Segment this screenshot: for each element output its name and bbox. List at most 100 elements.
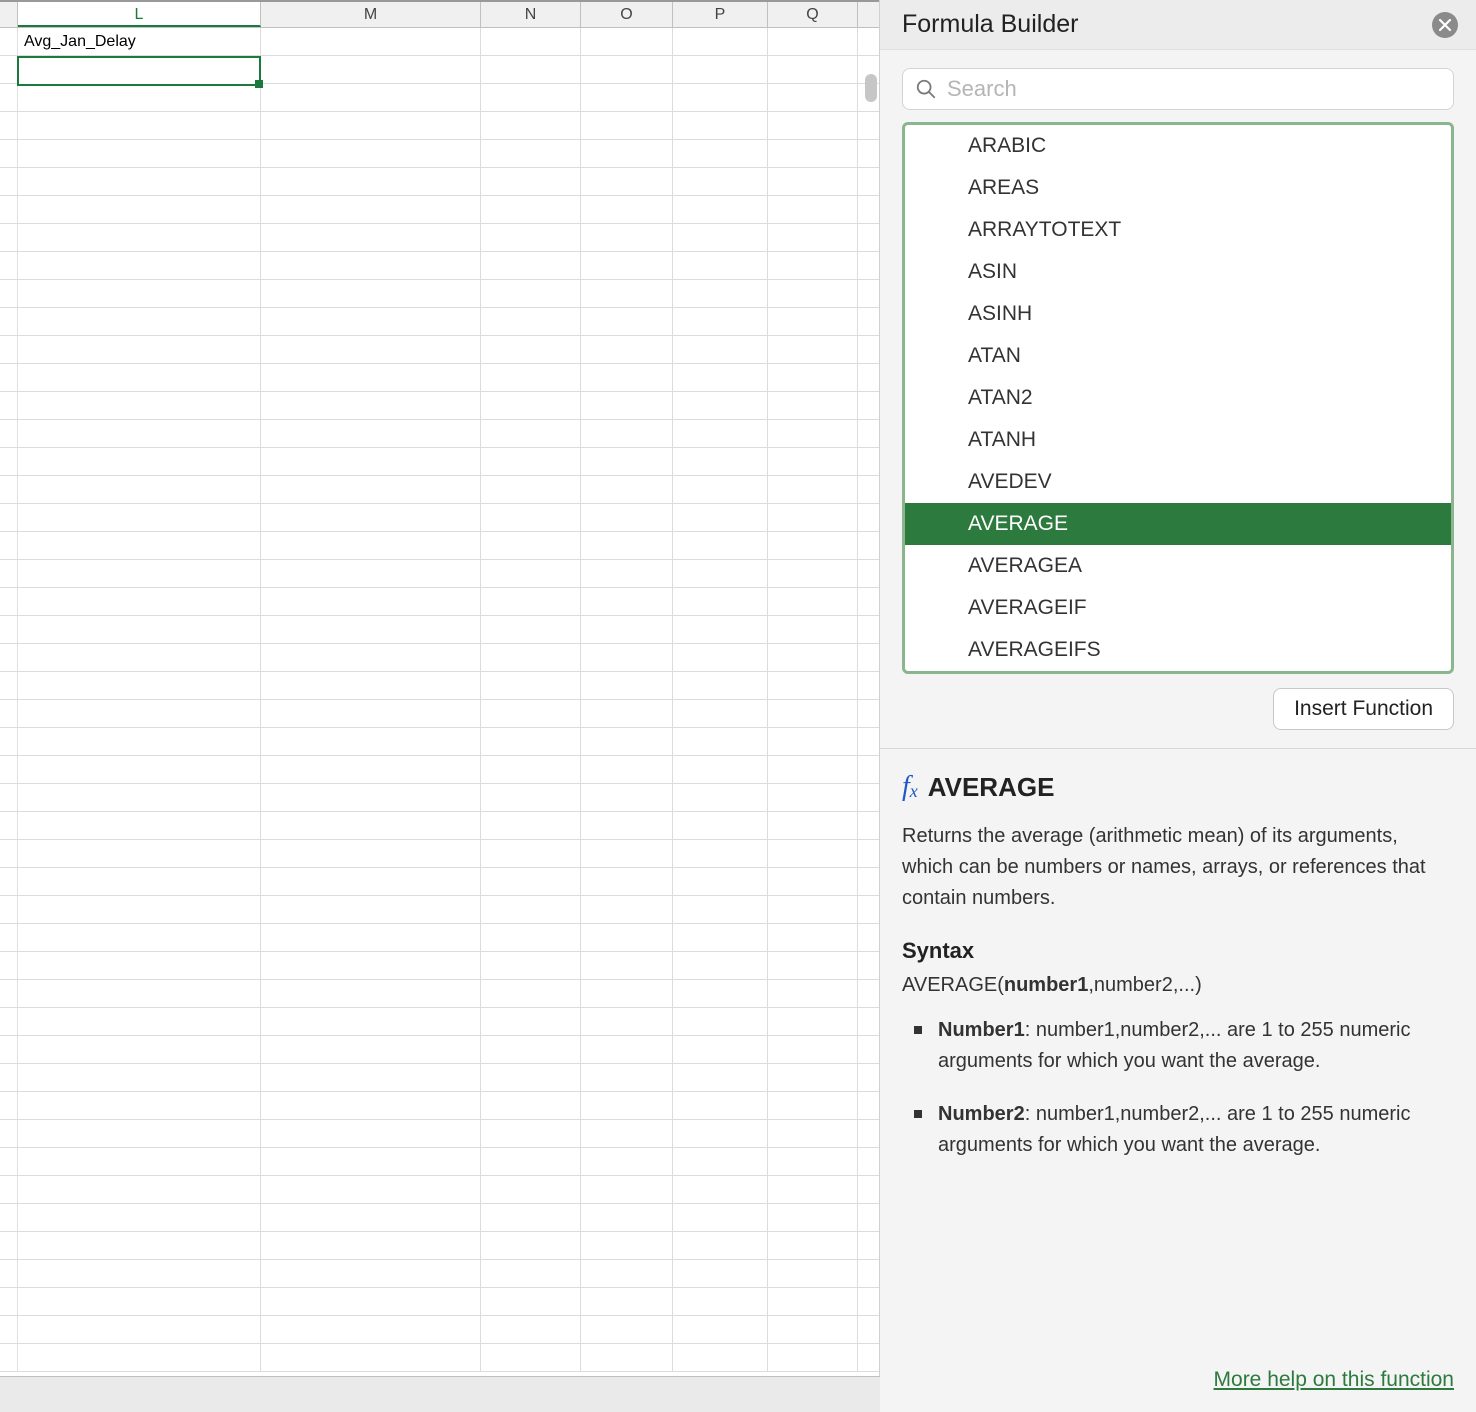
function-item-average[interactable]: AVERAGE [905, 503, 1451, 545]
cell[interactable] [768, 196, 858, 223]
cell[interactable] [18, 532, 261, 559]
cell[interactable] [581, 1036, 673, 1063]
cell[interactable] [261, 1008, 481, 1035]
cell[interactable] [18, 616, 261, 643]
cell[interactable] [18, 476, 261, 503]
cell[interactable] [261, 924, 481, 951]
cell[interactable] [581, 1176, 673, 1203]
cell[interactable] [18, 168, 261, 195]
cell[interactable] [261, 616, 481, 643]
cell[interactable] [18, 868, 261, 895]
cell[interactable] [768, 504, 858, 531]
cell[interactable] [673, 168, 768, 195]
cell[interactable] [768, 252, 858, 279]
cell[interactable] [673, 1148, 768, 1175]
cell[interactable] [481, 308, 581, 335]
cell[interactable] [481, 868, 581, 895]
cell[interactable] [581, 812, 673, 839]
cell[interactable] [581, 672, 673, 699]
cell[interactable] [768, 840, 858, 867]
cell[interactable] [18, 448, 261, 475]
cell[interactable] [481, 560, 581, 587]
function-item-asinh[interactable]: ASINH [905, 293, 1451, 335]
cell[interactable] [481, 756, 581, 783]
function-item-areas[interactable]: AREAS [905, 167, 1451, 209]
cell[interactable] [261, 392, 481, 419]
cell[interactable] [261, 1064, 481, 1091]
cell[interactable] [18, 308, 261, 335]
cell[interactable] [673, 420, 768, 447]
cell[interactable] [481, 952, 581, 979]
cell[interactable] [18, 952, 261, 979]
cell[interactable] [768, 868, 858, 895]
cell[interactable] [481, 532, 581, 559]
cell[interactable] [261, 1092, 481, 1119]
cell[interactable] [261, 56, 481, 83]
cell[interactable] [673, 924, 768, 951]
cell[interactable] [581, 56, 673, 83]
cell[interactable] [18, 224, 261, 251]
cell[interactable] [18, 364, 261, 391]
function-item-averageifs[interactable]: AVERAGEIFS [905, 629, 1451, 671]
cell[interactable] [581, 532, 673, 559]
cell[interactable] [768, 588, 858, 615]
cell[interactable] [261, 588, 481, 615]
cell[interactable] [581, 616, 673, 643]
cell[interactable] [261, 308, 481, 335]
cell[interactable] [768, 1092, 858, 1119]
cell[interactable] [581, 28, 673, 55]
cell[interactable] [673, 616, 768, 643]
cell[interactable] [481, 616, 581, 643]
cell[interactable] [481, 448, 581, 475]
cell[interactable] [261, 868, 481, 895]
cell[interactable] [768, 1148, 858, 1175]
cell[interactable] [673, 896, 768, 923]
cell[interactable] [673, 1288, 768, 1315]
cell[interactable] [673, 1344, 768, 1371]
cell[interactable] [768, 616, 858, 643]
cell[interactable] [673, 812, 768, 839]
cell[interactable] [581, 476, 673, 503]
cell[interactable] [768, 308, 858, 335]
cell[interactable] [261, 196, 481, 223]
cell[interactable] [673, 28, 768, 55]
cell[interactable] [673, 868, 768, 895]
cell[interactable] [481, 168, 581, 195]
cell[interactable] [261, 896, 481, 923]
insert-function-button[interactable]: Insert Function [1273, 688, 1454, 730]
cell[interactable] [673, 140, 768, 167]
cell[interactable] [768, 980, 858, 1007]
cell[interactable] [768, 1288, 858, 1315]
cell[interactable] [18, 784, 261, 811]
cell[interactable] [481, 112, 581, 139]
cell[interactable] [581, 588, 673, 615]
cell[interactable] [673, 672, 768, 699]
cell[interactable] [673, 588, 768, 615]
cell[interactable] [481, 700, 581, 727]
cell[interactable] [261, 728, 481, 755]
cell[interactable] [261, 700, 481, 727]
cell[interactable] [481, 420, 581, 447]
cell[interactable] [581, 140, 673, 167]
search-input[interactable] [947, 76, 1441, 102]
cell[interactable] [481, 1176, 581, 1203]
cell[interactable] [581, 840, 673, 867]
cell[interactable] [768, 448, 858, 475]
cell[interactable] [261, 1148, 481, 1175]
cell[interactable] [18, 896, 261, 923]
cell[interactable] [18, 924, 261, 951]
cell[interactable] [673, 1176, 768, 1203]
cell[interactable] [581, 280, 673, 307]
cell[interactable] [18, 280, 261, 307]
cell[interactable] [18, 1120, 261, 1147]
search-box[interactable] [902, 68, 1454, 110]
cell[interactable] [481, 1064, 581, 1091]
cell[interactable] [768, 84, 858, 111]
cell[interactable] [673, 1064, 768, 1091]
cell[interactable] [481, 728, 581, 755]
cell[interactable] [581, 560, 673, 587]
cell[interactable] [481, 1036, 581, 1063]
cell[interactable] [673, 1232, 768, 1259]
cell[interactable] [481, 672, 581, 699]
cell[interactable] [261, 532, 481, 559]
